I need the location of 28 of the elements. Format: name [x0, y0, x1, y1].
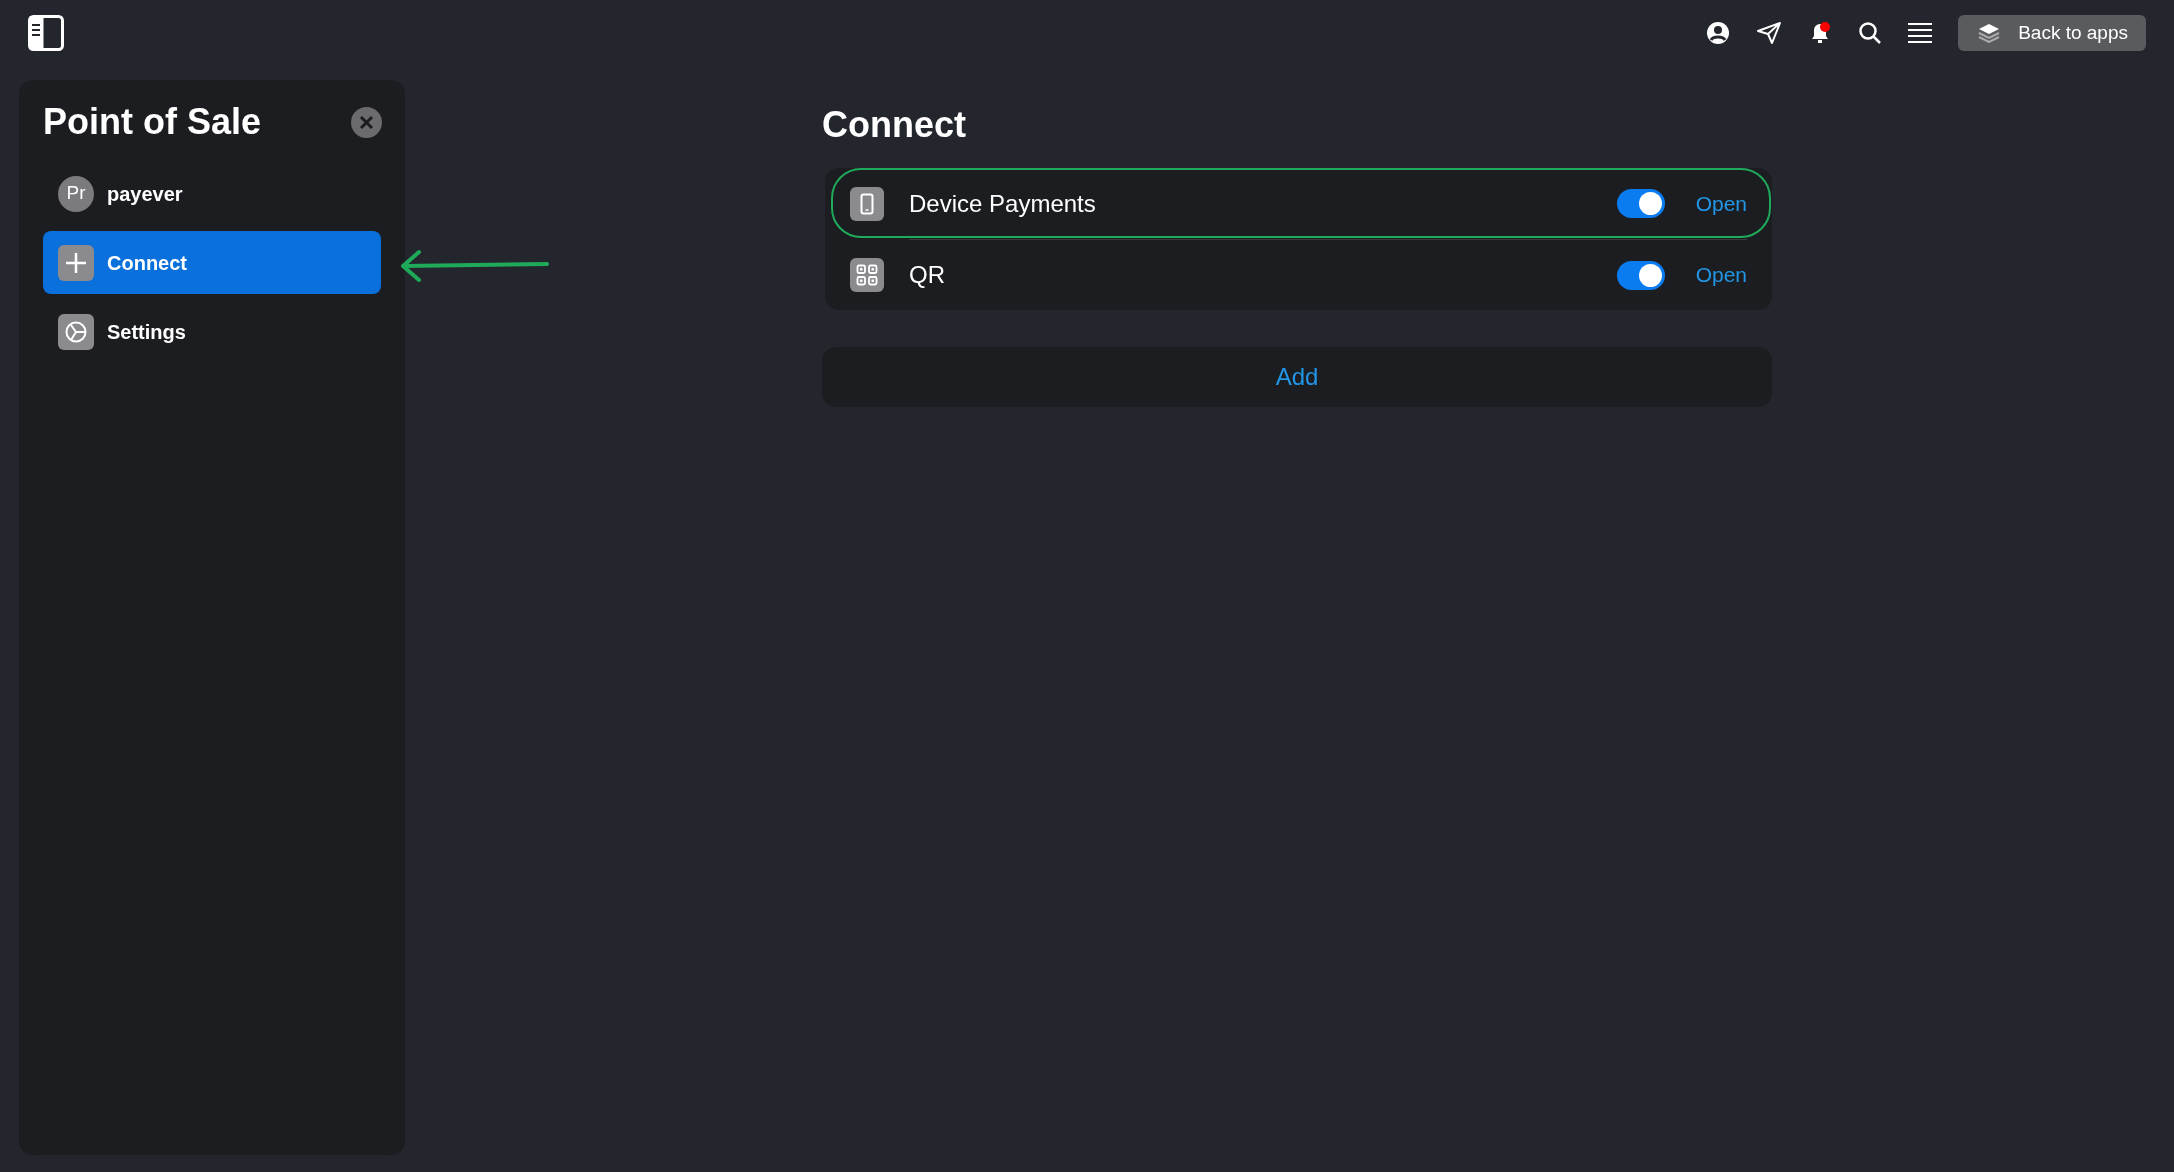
integration-name: QR [909, 260, 946, 290]
plus-icon [58, 244, 94, 281]
open-link[interactable]: Open [1695, 187, 1747, 220]
account-icon[interactable] [1706, 21, 1731, 45]
menu-icon[interactable] [1908, 22, 1933, 44]
open-link[interactable]: Open [1695, 259, 1747, 291]
sidebar-toggle-icon[interactable] [28, 15, 64, 51]
settings-icon [58, 313, 94, 350]
add-button[interactable]: Add [822, 347, 1772, 407]
qr-code-icon [850, 257, 884, 292]
sidebar-item-label: Settings [107, 319, 186, 345]
sidebar-item[interactable]: Pr payever [43, 162, 381, 225]
phone-icon [850, 186, 884, 221]
avatar: Pr [58, 175, 94, 212]
search-icon[interactable] [1858, 21, 1883, 45]
sidebar-title: Point of Sale [43, 100, 262, 144]
close-icon[interactable] [351, 106, 382, 138]
sidebar-item-label: payever [107, 181, 183, 207]
layers-icon [1978, 23, 2001, 43]
toggle-switch[interactable] [1616, 189, 1665, 218]
send-icon[interactable] [1756, 21, 1783, 45]
sidebar-item-label: Connect [107, 250, 187, 276]
back-to-apps-button[interactable]: Back to apps [1958, 15, 2146, 51]
sidebar-item[interactable]: Connect [43, 231, 381, 294]
toggle-switch[interactable] [1616, 260, 1665, 290]
page-title: Connect [822, 103, 967, 147]
integration-name: Device Payments [909, 188, 1097, 219]
sidebar-item[interactable]: Settings [43, 300, 381, 363]
